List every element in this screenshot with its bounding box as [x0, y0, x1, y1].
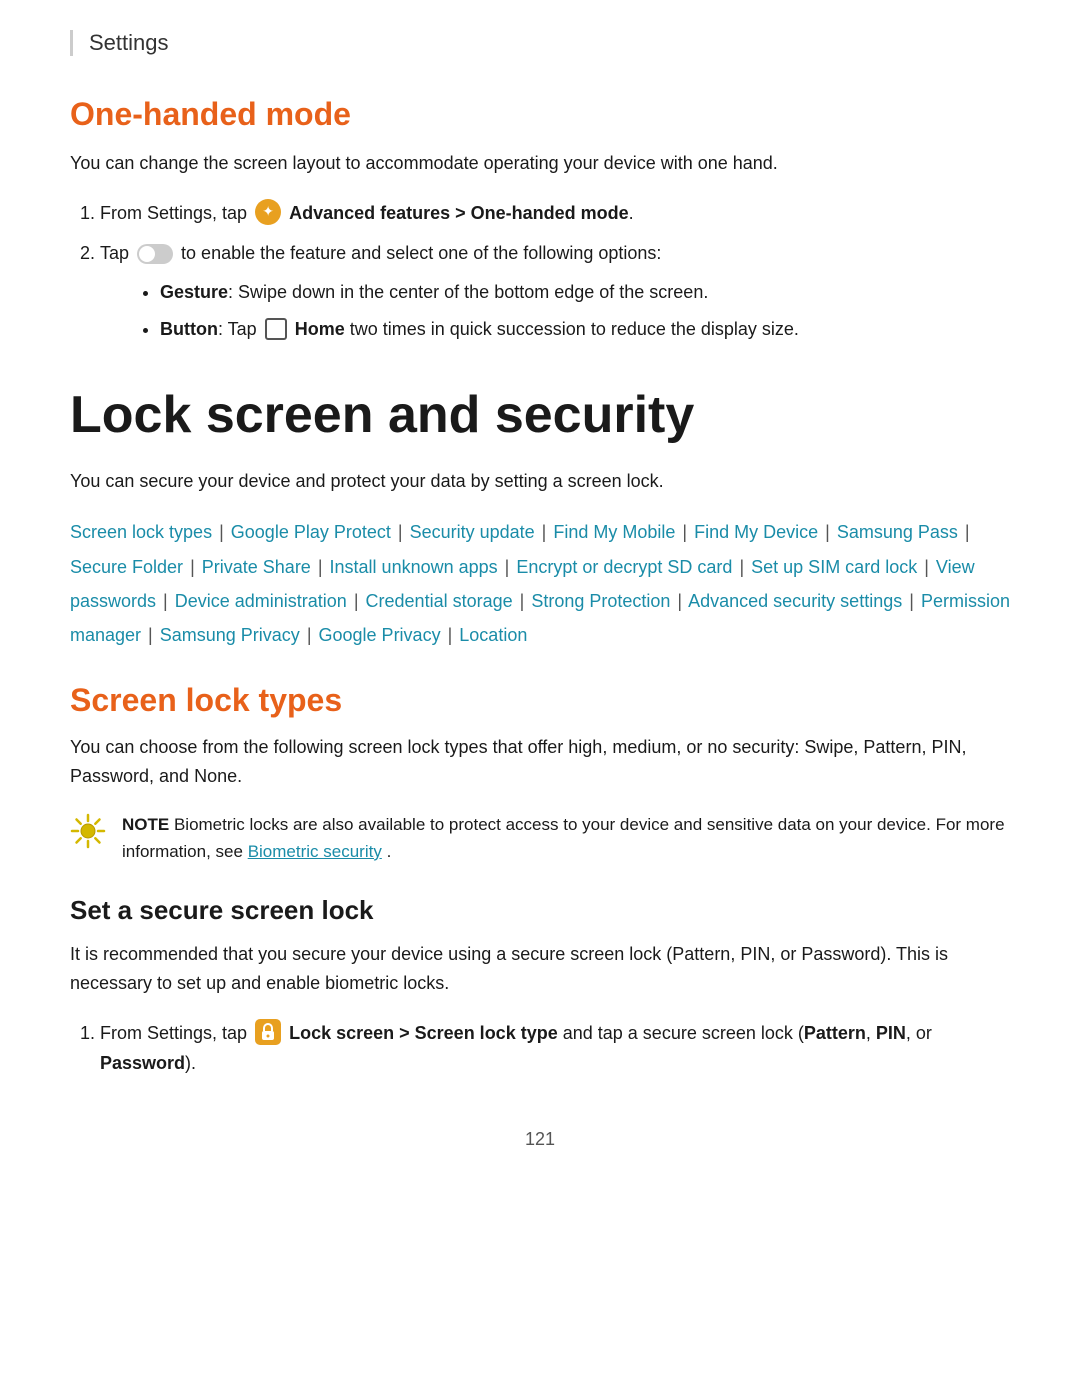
sep-8: | [313, 557, 323, 577]
screen-lock-types-intro: You can choose from the following screen… [70, 733, 1010, 791]
link-encrypt-sd-card[interactable]: Encrypt or decrypt SD card [516, 557, 732, 577]
page-container: Settings One-handed mode You can change … [0, 0, 1080, 1397]
lock-screen-icon [255, 1019, 281, 1045]
link-secure-folder[interactable]: Secure Folder [70, 557, 183, 577]
sep-4: | [677, 522, 687, 542]
note-content: NOTE Biometric locks are also available … [122, 811, 1010, 865]
bullet-gesture: Gesture: Swipe down in the center of the… [160, 277, 1010, 308]
toggle-icon [137, 244, 173, 264]
button-text-before: : Tap [218, 319, 262, 339]
sep-2: | [393, 522, 403, 542]
set-secure-step-1-bold: Lock screen > Screen lock type [289, 1023, 558, 1043]
lock-icon-svg [260, 1023, 276, 1041]
link-sim-card-lock[interactable]: Set up SIM card lock [751, 557, 917, 577]
pin-label: PIN [876, 1023, 906, 1043]
note-icon-svg [70, 813, 106, 849]
note-label: NOTE [122, 815, 174, 834]
page-header-title: Settings [89, 30, 169, 55]
one-handed-mode-title: One-handed mode [70, 96, 1010, 133]
note-text-after: . [387, 842, 392, 861]
link-google-play-protect[interactable]: Google Play Protect [231, 522, 391, 542]
one-handed-mode-intro: You can change the screen layout to acco… [70, 149, 1010, 178]
step-2: Tap to enable the feature and select one… [100, 238, 1010, 344]
step-1: From Settings, tap Advanced features > O… [100, 198, 1010, 229]
bullet-list: Gesture: Swipe down in the center of the… [100, 277, 1010, 344]
sep-3: | [537, 522, 547, 542]
sep-9: | [500, 557, 510, 577]
link-advanced-security-settings[interactable]: Advanced security settings [688, 591, 902, 611]
gesture-label: Gesture [160, 282, 228, 302]
pattern-label: Pattern [804, 1023, 866, 1043]
home-icon [265, 318, 287, 340]
link-screen-lock-types[interactable]: Screen lock types [70, 522, 212, 542]
note-box: NOTE Biometric locks are also available … [70, 811, 1010, 865]
set-secure-step-1-before: From Settings, tap [100, 1023, 252, 1043]
sep-14: | [515, 591, 525, 611]
note-sun-icon [70, 813, 106, 849]
advanced-features-icon [255, 199, 281, 225]
link-samsung-privacy[interactable]: Samsung Privacy [160, 625, 300, 645]
password-label: Password [100, 1053, 185, 1073]
lock-screen-intro: You can secure your device and protect y… [70, 467, 1010, 496]
link-find-my-device[interactable]: Find My Device [694, 522, 818, 542]
page-number: 121 [70, 1129, 1010, 1150]
step-1-period: . [629, 203, 634, 223]
sep-10: | [734, 557, 744, 577]
sep-13: | [349, 591, 359, 611]
sep-17: | [143, 625, 153, 645]
step-2-text-after: to enable the feature and select one of … [181, 243, 661, 263]
one-handed-mode-steps: From Settings, tap Advanced features > O… [70, 198, 1010, 344]
link-install-unknown-apps[interactable]: Install unknown apps [330, 557, 498, 577]
sep-15: | [672, 591, 682, 611]
sep-11: | [919, 557, 929, 577]
lock-screen-main-title: Lock screen and security [70, 384, 1010, 446]
page-header: Settings [70, 30, 1010, 56]
button-label: Button [160, 319, 218, 339]
link-samsung-pass[interactable]: Samsung Pass [837, 522, 958, 542]
link-device-administration[interactable]: Device administration [175, 591, 347, 611]
bullet-button: Button: Tap Home two times in quick succ… [160, 314, 1010, 345]
links-block: Screen lock types | Google Play Protect … [70, 515, 1010, 652]
sep-19: | [443, 625, 453, 645]
step-1-text-before: From Settings, tap [100, 203, 252, 223]
set-secure-step-1: From Settings, tap Lock screen > Screen … [100, 1018, 1010, 1079]
link-find-my-mobile[interactable]: Find My Mobile [553, 522, 675, 542]
sep-7: | [185, 557, 195, 577]
link-location[interactable]: Location [459, 625, 527, 645]
sep-5: | [820, 522, 830, 542]
link-security-update[interactable]: Security update [410, 522, 535, 542]
link-strong-protection[interactable]: Strong Protection [531, 591, 670, 611]
link-credential-storage[interactable]: Credential storage [366, 591, 513, 611]
step-1-bold-text: Advanced features > One-handed mode [289, 203, 629, 223]
gesture-text: : Swipe down in the center of the bottom… [228, 282, 708, 302]
sep-18: | [302, 625, 312, 645]
home-label: Home [295, 319, 345, 339]
link-google-privacy[interactable]: Google Privacy [319, 625, 441, 645]
set-secure-lock-steps: From Settings, tap Lock screen > Screen … [70, 1018, 1010, 1079]
link-biometric-security[interactable]: Biometric security [248, 842, 382, 861]
sep-12: | [158, 591, 168, 611]
link-private-share[interactable]: Private Share [202, 557, 311, 577]
set-secure-lock-title: Set a secure screen lock [70, 895, 1010, 926]
set-secure-lock-intro: It is recommended that you secure your d… [70, 940, 1010, 998]
sep-1: | [214, 522, 224, 542]
screen-lock-types-title: Screen lock types [70, 682, 1010, 719]
button-text-after: two times in quick succession to reduce … [345, 319, 799, 339]
step-2-text-before: Tap [100, 243, 134, 263]
sep-16: | [904, 591, 914, 611]
sep-6: | [960, 522, 970, 542]
